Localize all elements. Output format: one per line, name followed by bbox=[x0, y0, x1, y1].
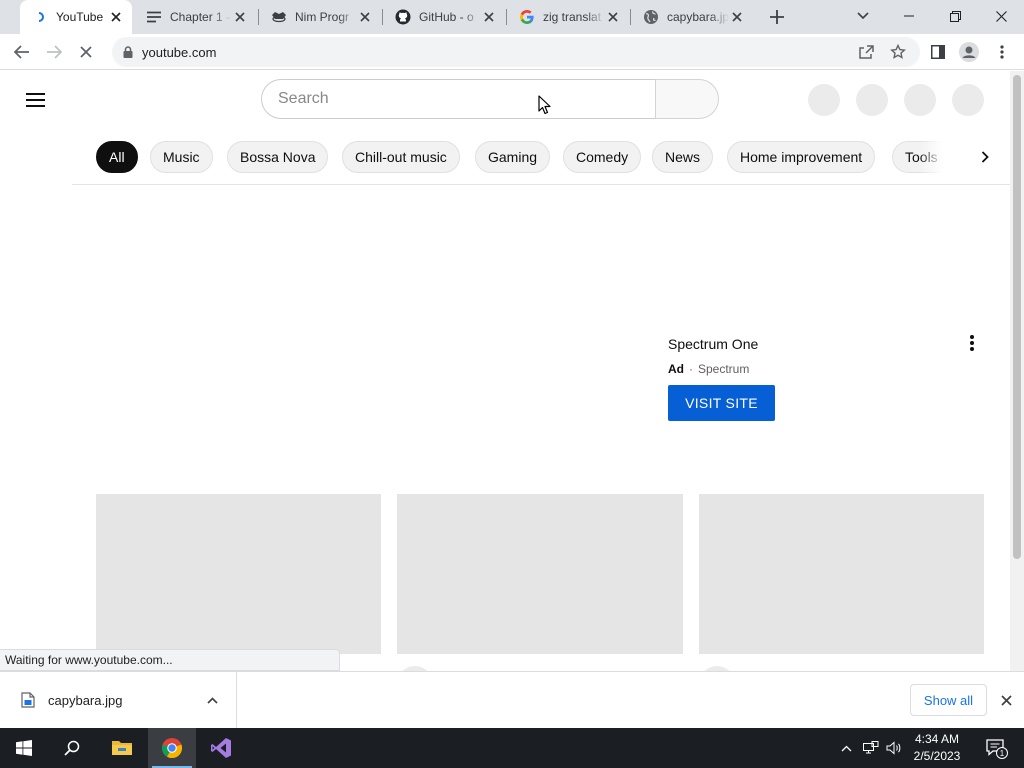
chip-chill-out-music[interactable]: Chill-out music bbox=[342, 141, 460, 173]
globe-icon bbox=[643, 9, 659, 25]
download-item[interactable]: capybara.jpg bbox=[0, 672, 237, 728]
page-scrollbar[interactable] bbox=[1010, 71, 1024, 671]
close-tab-icon[interactable] bbox=[232, 9, 248, 25]
tab-capybara[interactable]: capybara.jp bbox=[631, 0, 753, 34]
download-shelf: capybara.jpg Show all bbox=[0, 671, 1024, 728]
search-input[interactable]: Search bbox=[261, 79, 656, 119]
volume-icon[interactable] bbox=[884, 728, 904, 768]
chip-comedy[interactable]: Comedy bbox=[563, 141, 642, 173]
search-button[interactable] bbox=[655, 79, 719, 119]
ad-meta: Ad · Spectrum bbox=[668, 362, 749, 376]
chip-news[interactable]: News bbox=[652, 141, 714, 173]
chip-tools[interactable]: Tools bbox=[892, 141, 952, 173]
file-explorer-icon[interactable] bbox=[98, 728, 146, 768]
url-text: youtube.com bbox=[142, 44, 217, 60]
tab-title: Nim Progr bbox=[295, 10, 350, 24]
video-thumbnail-placeholder bbox=[699, 494, 984, 654]
network-icon[interactable] bbox=[860, 728, 882, 768]
category-chip-bar: All Music Bossa Nova Chill-out music Gam… bbox=[72, 127, 1010, 185]
chip-music[interactable]: Music bbox=[150, 141, 213, 173]
browser-toolbar: youtube.com bbox=[0, 34, 1024, 70]
mouse-cursor-icon bbox=[538, 95, 551, 120]
visual-studio-icon[interactable] bbox=[197, 728, 245, 768]
tab-github[interactable]: GitHub - o bbox=[383, 0, 505, 34]
video-thumbnail-placeholder bbox=[96, 494, 381, 654]
ad-title[interactable]: Spectrum One bbox=[668, 336, 758, 352]
google-icon bbox=[519, 9, 535, 25]
tab-search-chevron-icon[interactable] bbox=[840, 0, 886, 32]
windows-taskbar: 4:34 AM 2/5/2023 1 bbox=[0, 728, 1024, 768]
tab-title: Chapter 1 - bbox=[170, 10, 231, 24]
tab-title: GitHub - o bbox=[419, 10, 474, 24]
search-placeholder: Search bbox=[278, 90, 329, 107]
nim-crown-icon bbox=[271, 9, 287, 25]
back-arrow-icon[interactable] bbox=[8, 38, 36, 66]
chip-gaming[interactable]: Gaming bbox=[475, 141, 551, 173]
chevron-right-icon[interactable] bbox=[968, 140, 1002, 174]
windows-start-icon[interactable] bbox=[0, 728, 48, 768]
profile-avatar-icon[interactable] bbox=[955, 38, 983, 66]
show-all-downloads-button[interactable]: Show all bbox=[910, 684, 987, 716]
document-lines-icon bbox=[146, 9, 162, 25]
notification-count: 1 bbox=[1000, 749, 1005, 758]
youtube-page: Search All Music Bossa Nova Chill-out mu… bbox=[0, 71, 1010, 671]
close-tab-icon[interactable] bbox=[729, 9, 745, 25]
restore-window-icon[interactable] bbox=[932, 0, 978, 32]
close-shelf-icon[interactable] bbox=[996, 690, 1016, 710]
browser-tab-strip: YouTube Chapter 1 - Nim Progr GitHub - o bbox=[0, 0, 1024, 34]
close-tab-icon[interactable] bbox=[108, 9, 124, 25]
taskbar-clock[interactable]: 4:34 AM 2/5/2023 bbox=[905, 731, 969, 765]
side-panel-icon[interactable] bbox=[924, 38, 952, 66]
chevron-up-icon[interactable] bbox=[198, 696, 226, 704]
github-icon bbox=[395, 9, 411, 25]
loading-placeholder-icon bbox=[856, 84, 888, 116]
visit-site-button[interactable]: VISIT SITE bbox=[668, 385, 775, 421]
bookmark-star-icon[interactable] bbox=[884, 38, 912, 66]
forward-arrow-icon[interactable] bbox=[40, 38, 68, 66]
new-tab-plus-icon[interactable] bbox=[766, 6, 788, 28]
minimize-icon[interactable] bbox=[886, 0, 932, 32]
close-tab-icon[interactable] bbox=[605, 9, 621, 25]
chrome-menu-icon[interactable] bbox=[988, 38, 1016, 66]
chrome-icon[interactable] bbox=[148, 728, 196, 768]
loading-placeholder-icon bbox=[952, 84, 984, 116]
close-window-icon[interactable] bbox=[978, 0, 1024, 32]
close-tab-icon[interactable] bbox=[357, 9, 373, 25]
close-tab-icon[interactable] bbox=[481, 9, 497, 25]
loading-spinner-icon bbox=[32, 9, 48, 25]
tab-youtube[interactable]: YouTube bbox=[20, 0, 132, 34]
chip-home-improvement[interactable]: Home improvement bbox=[727, 141, 876, 173]
tab-title: capybara.jp bbox=[667, 10, 729, 24]
tab-google-search[interactable]: zig translat bbox=[507, 0, 629, 34]
stop-loading-x-icon[interactable] bbox=[72, 38, 100, 66]
chip-all[interactable]: All bbox=[96, 141, 138, 173]
tray-overflow-chevron-icon[interactable] bbox=[836, 728, 856, 768]
ad-advertiser: Spectrum bbox=[698, 362, 750, 376]
file-icon bbox=[21, 692, 35, 708]
address-bar[interactable]: youtube.com bbox=[112, 37, 920, 67]
status-bubble: Waiting for www.youtube.com... bbox=[0, 649, 340, 671]
notification-center-icon[interactable]: 1 bbox=[978, 728, 1014, 768]
clock-time: 4:34 AM bbox=[914, 732, 960, 746]
tab-chapter-1[interactable]: Chapter 1 - bbox=[134, 0, 256, 34]
scrollbar-thumb[interactable] bbox=[1013, 75, 1021, 559]
more-vert-icon[interactable] bbox=[962, 331, 982, 355]
hamburger-menu-icon[interactable] bbox=[24, 88, 48, 112]
loading-placeholder-icon bbox=[808, 84, 840, 116]
share-icon[interactable] bbox=[852, 38, 880, 66]
chip-bossa-nova[interactable]: Bossa Nova bbox=[227, 141, 329, 173]
clock-date: 2/5/2023 bbox=[913, 749, 961, 763]
download-file-name: capybara.jpg bbox=[48, 692, 123, 708]
search-icon[interactable] bbox=[48, 728, 96, 768]
tab-title: zig translat bbox=[543, 10, 602, 24]
ad-separator: · bbox=[689, 362, 693, 376]
video-thumbnail-placeholder bbox=[397, 494, 683, 654]
ad-badge: Ad bbox=[668, 362, 684, 376]
tab-title: YouTube bbox=[56, 10, 104, 24]
loading-placeholder-icon bbox=[904, 84, 936, 116]
lock-icon[interactable] bbox=[121, 45, 135, 59]
tab-nim[interactable]: Nim Progr bbox=[259, 0, 381, 34]
